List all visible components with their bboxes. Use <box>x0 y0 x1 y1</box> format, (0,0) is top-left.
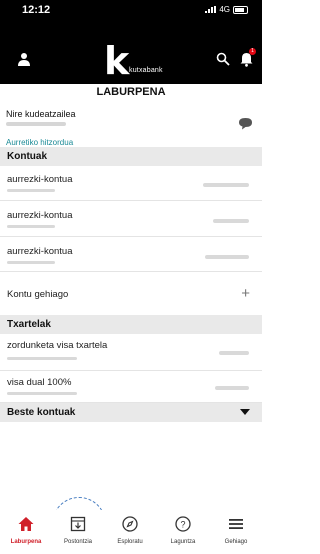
tab-help[interactable]: ? Laguntza <box>157 510 209 554</box>
accounts-section-header: Kontuak <box>0 147 262 166</box>
appointment-link[interactable]: Aurretiko hitzordua <box>6 138 73 147</box>
card-balance-redacted <box>215 386 249 390</box>
account-balance-redacted <box>203 183 249 187</box>
tab-label: Laguntza <box>170 539 196 545</box>
compass-icon <box>122 516 138 532</box>
tab-label: Gehiago <box>224 539 248 545</box>
card-name: zordunketa visa txartela <box>7 340 108 351</box>
card-name: visa dual 100% <box>7 377 72 388</box>
tab-summary[interactable]: Laburpena <box>0 510 52 554</box>
other-accounts-section[interactable]: Beste kontuak <box>0 403 262 422</box>
manager-details-redacted <box>6 122 66 126</box>
svg-text:?: ? <box>180 520 185 530</box>
accounts-section-title: Kontuak <box>7 151 47 162</box>
network-label: 4G <box>219 5 230 14</box>
more-accounts-row[interactable]: Kontu gehiago + <box>0 271 262 315</box>
card-row[interactable]: visa dual 100% <box>0 370 262 403</box>
tab-label: Esploratu <box>117 539 143 545</box>
brand-name: kutxabank <box>129 67 163 74</box>
account-number-redacted <box>7 225 55 228</box>
user-icon[interactable] <box>17 52 31 66</box>
account-name: aurrezki-kontua <box>7 210 73 221</box>
search-icon[interactable] <box>216 52 230 66</box>
tab-inbox[interactable]: Postontzia <box>52 510 104 554</box>
account-row[interactable]: aurrezki-kontua <box>0 166 262 201</box>
cards-section-title: Txartelak <box>7 319 51 330</box>
status-indicators: 4G <box>205 5 248 14</box>
tab-label: Laburpena <box>10 539 42 545</box>
cards-section-header: Txartelak <box>0 315 262 334</box>
inbox-icon <box>70 516 86 532</box>
account-row[interactable]: aurrezki-kontua <box>0 200 262 237</box>
status-bar: 12:12 4G <box>0 0 262 22</box>
chevron-down-icon[interactable] <box>240 409 250 415</box>
chat-icon[interactable] <box>238 117 253 130</box>
plus-icon[interactable]: + <box>241 286 250 301</box>
status-time: 12:12 <box>22 4 51 16</box>
card-number-redacted <box>7 357 77 360</box>
manager-label: Nire kudeatzailea <box>6 109 76 119</box>
logo-k-mark: k <box>104 39 130 83</box>
signal-icon <box>205 6 217 13</box>
notification-badge: 1 <box>249 48 256 55</box>
tab-explore[interactable]: Esploratu <box>104 510 156 554</box>
account-row[interactable]: aurrezki-kontua <box>0 236 262 272</box>
account-number-redacted <box>7 261 55 264</box>
account-name: aurrezki-kontua <box>7 246 73 257</box>
account-balance-redacted <box>213 219 249 223</box>
menu-icon <box>229 519 243 529</box>
account-balance-redacted <box>205 255 249 259</box>
account-name: aurrezki-kontua <box>7 174 73 185</box>
tab-more[interactable]: Gehiago <box>210 510 262 554</box>
card-balance-redacted <box>219 351 249 355</box>
battery-icon <box>233 5 248 14</box>
account-number-redacted <box>7 189 55 192</box>
help-icon: ? <box>175 516 191 532</box>
bottom-tab-bar: Laburpena Postontzia Esploratu ? Laguntz… <box>0 510 262 554</box>
app-header: k kutxabank 1 <box>0 22 262 84</box>
tab-label: Postontzia <box>63 539 93 545</box>
other-accounts-title: Beste kontuak <box>7 407 76 418</box>
card-row[interactable]: zordunketa visa txartela <box>0 334 262 371</box>
page-title: LABURPENA <box>96 86 166 98</box>
home-icon <box>18 517 34 531</box>
more-accounts-label: Kontu gehiago <box>7 289 69 300</box>
card-number-redacted <box>7 392 77 395</box>
